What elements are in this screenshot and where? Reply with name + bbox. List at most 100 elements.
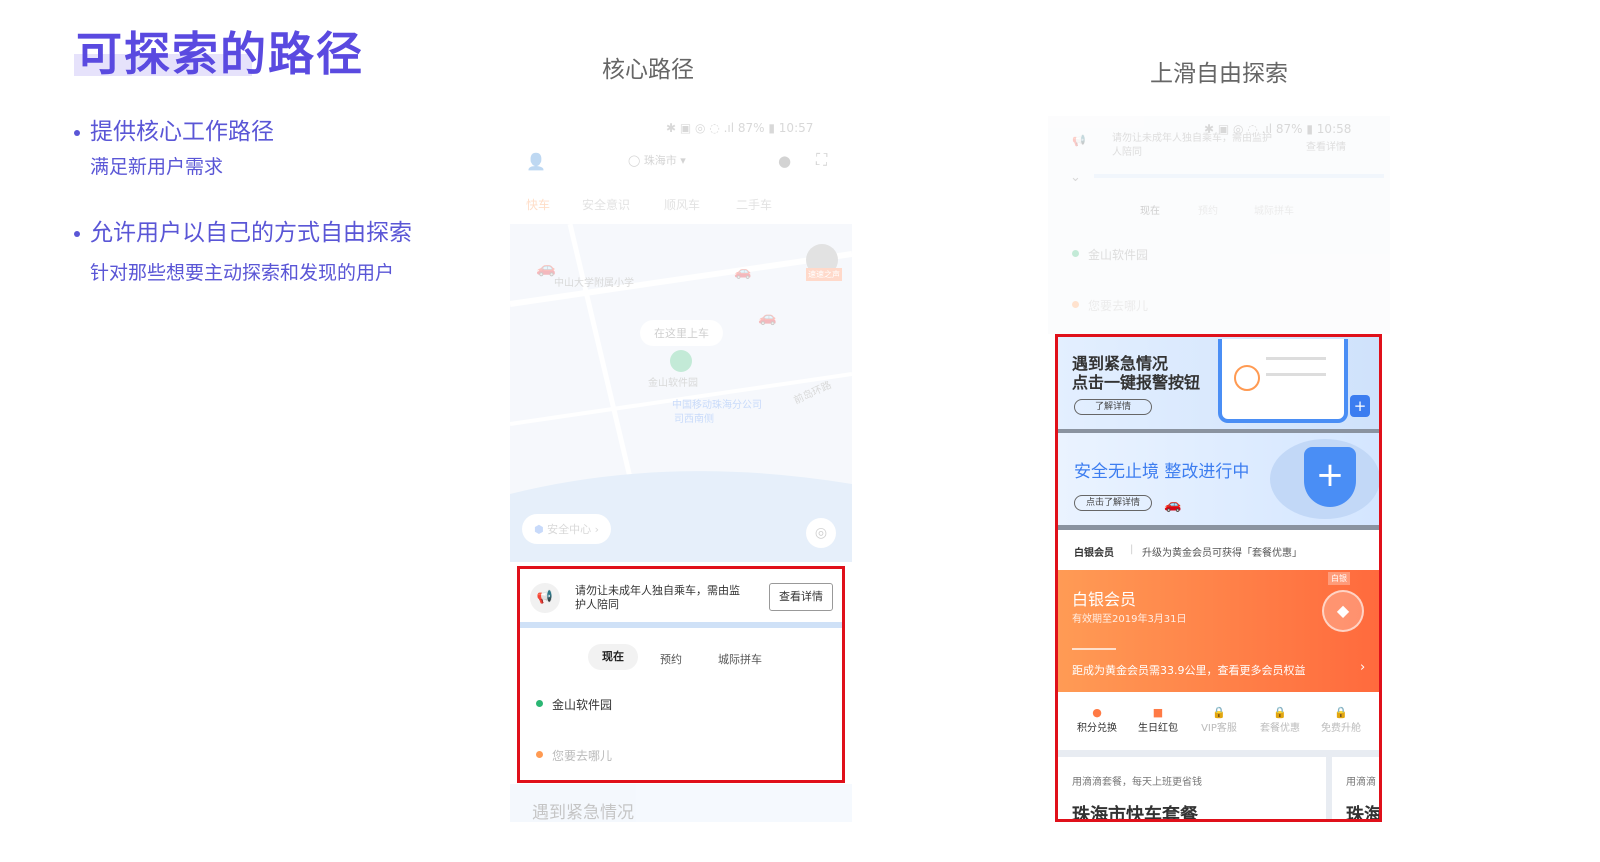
- car-icon: 🚗: [1164, 497, 1182, 513]
- tab-safety[interactable]: 安全意识: [582, 196, 630, 213]
- car-icon: 🚗: [734, 264, 752, 280]
- gift-icon: ■: [1152, 706, 1164, 719]
- destination-dot-icon: [536, 751, 543, 758]
- destination-input[interactable]: 您要去哪儿: [552, 747, 612, 764]
- ride-tab-intercity[interactable]: 城际拼车: [1254, 202, 1294, 217]
- tab-used-car[interactable]: 二手车: [736, 196, 772, 213]
- upgrade-hint: 升级为黄金会员可获得「套餐优惠」: [1142, 548, 1302, 559]
- bullet-dot: [74, 230, 80, 237]
- perk-points-exchange[interactable]: ● 积分兑换: [1067, 706, 1127, 734]
- car-icon: 🚗: [758, 308, 777, 326]
- lock-icon: 🔒: [1212, 706, 1226, 719]
- view-details-button[interactable]: 查看详情: [1306, 138, 1346, 153]
- destination-dot-icon: [1072, 301, 1079, 308]
- collapse-chevron-icon[interactable]: ⌄: [1070, 170, 1081, 185]
- faded-home-screen: ✱ ▣ ◎ ◌ .ıl 87% ▮ 10:57 👤 ◯ 珠海市 ▾ ● ⛶ 快车…: [510, 112, 852, 562]
- points-icon: ●: [1092, 706, 1102, 719]
- membership-label: 白银会员: [1074, 548, 1114, 559]
- chevron-right-icon: ›: [1360, 660, 1366, 675]
- member-progress-link[interactable]: 距成为黄金会员需33.9公里，查看更多会员权益: [1072, 662, 1306, 678]
- city-selector[interactable]: ◯ 珠海市 ▾: [628, 152, 686, 168]
- car-icon: 🚗: [536, 258, 556, 277]
- bullet-1-sub: 满足新用户需求: [90, 156, 224, 178]
- separator: |: [1130, 544, 1134, 555]
- map-label-poi2: 中国移动珠海分公司: [672, 400, 762, 411]
- user-icon[interactable]: 👤: [526, 152, 546, 171]
- perk-vip-service[interactable]: 🔒 VIP客服: [1189, 706, 1249, 734]
- package-card-next[interactable]: 用滴滴 珠海: [1332, 757, 1382, 822]
- member-tier: 白银会员: [1072, 590, 1137, 609]
- phone-illustration-icon: [1218, 339, 1348, 423]
- minor-rider-notice: 请勿让未成年人独自乘车，需由监护人陪同: [1112, 133, 1272, 158]
- locate-icon[interactable]: ◎: [806, 518, 836, 548]
- destination-input[interactable]: 您要去哪儿: [1088, 297, 1148, 314]
- map-label-poi1: 金山软件园: [648, 378, 698, 389]
- map-label-poi2-line2: 司西南侧: [674, 414, 714, 425]
- safety-card-title: 安全无止境 整改进行中: [1074, 462, 1250, 482]
- free-explore-highlight: 遇到紧急情况 点击一键报警按钮 了解详情 + 安全无止境 整改进行中 点击了解详…: [1055, 334, 1382, 822]
- core-path-highlight: 📢 请勿让未成年人独自乘车，需由监护人陪同 查看详情 现在 预约 城际拼车 金山…: [517, 566, 845, 783]
- pickup-pin-icon: [670, 350, 692, 372]
- pickup-bubble: 在这里上车: [640, 320, 723, 346]
- ride-tab-reserve[interactable]: 预约: [1198, 202, 1218, 217]
- tab-express[interactable]: 快车: [526, 196, 550, 213]
- lock-icon: 🔒: [1273, 706, 1287, 719]
- perk-package-discount[interactable]: 🔒 套餐优惠: [1250, 706, 1310, 734]
- package-title: 珠海: [1346, 805, 1382, 822]
- origin-dot-icon: [1072, 250, 1079, 257]
- divider: [520, 622, 842, 628]
- member-perks: ● 积分兑换 ■ 生日红包 🔒 VIP客服 🔒 套餐优惠 🔒 免费升舱: [1058, 692, 1379, 750]
- learn-more-button[interactable]: 点击了解详情: [1074, 495, 1152, 511]
- ride-tab-intercity[interactable]: 城际拼车: [718, 651, 762, 667]
- peek-safety-card: 遇到紧急情况: [510, 784, 852, 822]
- silver-member-card[interactable]: 白银会员 有效期至2019年3月31日 距成为黄金会员需33.9公里，查看更多会…: [1058, 570, 1379, 692]
- slide-title: 可探索的路径: [76, 27, 364, 81]
- member-expiry: 有效期至2019年3月31日: [1072, 614, 1187, 625]
- column-heading-core: 核心路径: [602, 57, 694, 83]
- bullet-dot: [74, 129, 80, 136]
- learn-more-button[interactable]: 了解详情: [1074, 399, 1152, 415]
- shield-icon: +: [1304, 447, 1356, 507]
- column-heading-explore: 上滑自由探索: [1150, 61, 1288, 87]
- illustration-line: [1266, 357, 1326, 360]
- ride-tab-now[interactable]: 现在: [1140, 202, 1160, 217]
- tab-carpool[interactable]: 顺风车: [664, 196, 700, 213]
- perk-birthday-gift[interactable]: ■ 生日红包: [1128, 706, 1188, 734]
- safety-center-button[interactable]: ⬢ 安全中心 ›: [522, 514, 612, 544]
- bullet-1: 提供核心工作路径: [74, 112, 274, 146]
- view-details-button[interactable]: 查看详情: [769, 583, 833, 611]
- ride-tab-reserve[interactable]: 预约: [660, 651, 682, 667]
- megaphone-icon: 📢: [1072, 134, 1086, 147]
- badge-label: 白银: [1328, 572, 1350, 585]
- voice-badge-label: 速速之声: [806, 268, 842, 281]
- bullet-2-sub: 针对那些想要主动探索和发现的用户: [90, 262, 395, 284]
- faded-sheet-top: ✱ ▣ ◎ ◌ .ıl 87% ▮ 10:58 📢 请勿让未成年人独自乘车，需由…: [1048, 116, 1390, 334]
- shield-icon: ⬢: [534, 523, 544, 536]
- divider: [1094, 174, 1384, 178]
- origin-dot-icon: [536, 700, 543, 707]
- lock-icon: 🔒: [1334, 706, 1348, 719]
- emergency-card[interactable]: 遇到紧急情况 点击一键报警按钮 了解详情 +: [1058, 337, 1379, 429]
- shield-plus-icon: +: [1350, 395, 1370, 417]
- progress-bar: [1072, 648, 1116, 650]
- safety-rectification-card[interactable]: 安全无止境 整改进行中 点击了解详情 🚗 +: [1058, 433, 1379, 525]
- message-icon[interactable]: ●: [778, 152, 791, 170]
- origin-field[interactable]: 金山软件园: [552, 696, 612, 713]
- minor-rider-notice: 请勿让未成年人独自乘车，需由监护人陪同: [575, 584, 740, 611]
- diamond-badge-icon: ◆: [1322, 590, 1364, 632]
- ride-tab-now[interactable]: 现在: [588, 644, 638, 670]
- package-caption: 用滴滴套餐，每天上班更省钱: [1072, 777, 1202, 788]
- package-title: 珠海市快车套餐: [1072, 805, 1198, 822]
- emergency-title-2: 点击一键报警按钮: [1072, 373, 1201, 392]
- origin-field[interactable]: 金山软件园: [1088, 246, 1148, 263]
- membership-bar[interactable]: 白银会员 | 升级为黄金会员可获得「套餐优惠」: [1058, 530, 1379, 570]
- scan-icon[interactable]: ⛶: [816, 150, 827, 170]
- status-bar: ✱ ▣ ◎ ◌ .ıl 87% ▮ 10:57: [666, 121, 814, 135]
- map-view[interactable]: 中山大学附属小学 在这里上车 金山软件园 中国移动珠海分公司 司西南侧 前岛环路…: [510, 224, 852, 562]
- package-card[interactable]: 用滴滴套餐，每天上班更省钱 珠海市快车套餐: [1058, 757, 1326, 822]
- map-label-school: 中山大学附属小学: [554, 278, 634, 289]
- bullet-2: 允许用户以自己的方式自由探索: [74, 213, 412, 247]
- package-caption: 用滴滴: [1346, 777, 1376, 788]
- perk-free-upgrade[interactable]: 🔒 免费升舱: [1311, 706, 1371, 734]
- emergency-title-1: 遇到紧急情况: [1072, 354, 1169, 373]
